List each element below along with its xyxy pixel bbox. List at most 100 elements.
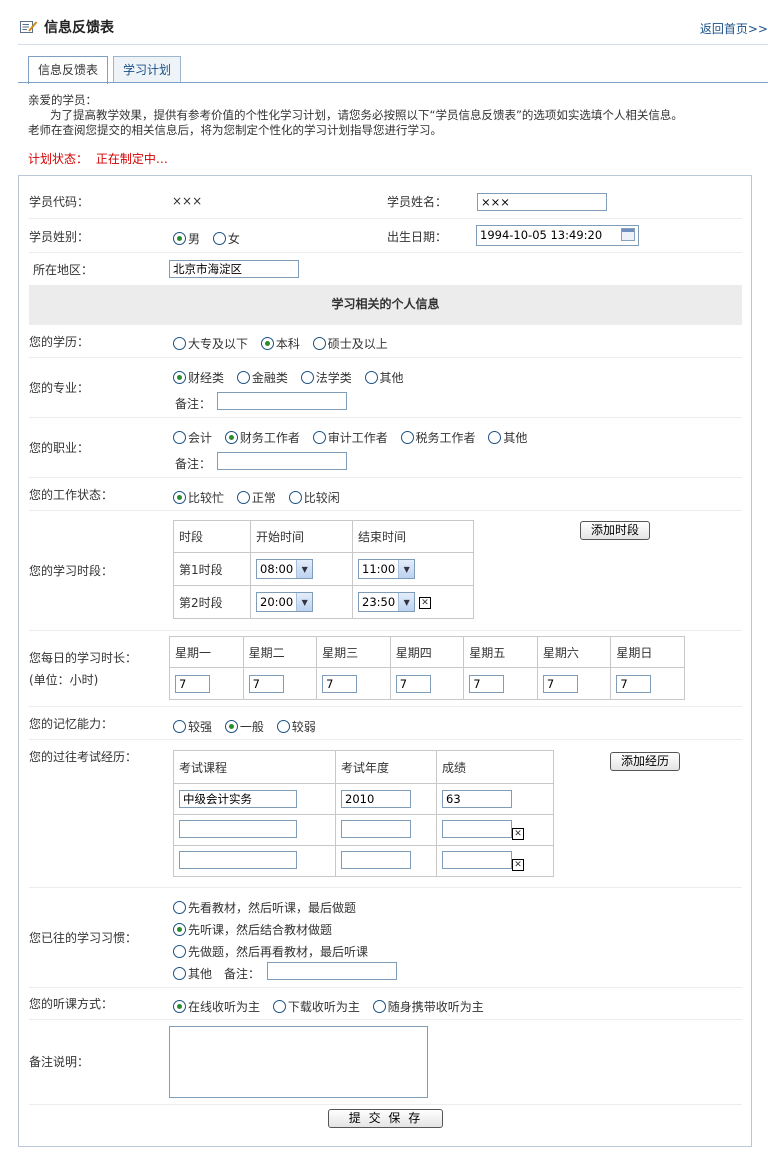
- row-divider: [29, 252, 742, 253]
- add-period-button[interactable]: 添加时段: [580, 521, 650, 540]
- weekday-header: 星期六: [536, 636, 612, 668]
- exam-score-input[interactable]: [442, 850, 512, 869]
- intro-greeting: 亲爱的学员：: [28, 93, 97, 107]
- habit-option[interactable]: 先听课，然后结合教材做题: [173, 921, 332, 938]
- gender-option-female[interactable]: 女: [212, 230, 240, 247]
- weekday-header-row: 星期一 星期二 星期三 星期四 星期五 星期六 星期日: [169, 636, 685, 668]
- daily-hours-input[interactable]: 7: [542, 674, 578, 693]
- memory-option[interactable]: 较强: [173, 718, 212, 735]
- exam-year-input[interactable]: [341, 850, 411, 869]
- notes-textarea[interactable]: [169, 1026, 428, 1098]
- exam-year-input[interactable]: 2010: [341, 790, 411, 808]
- table-header-cell: 结束时间: [352, 520, 474, 553]
- delete-period-icon[interactable]: ✕: [418, 596, 431, 609]
- daily-hours-input[interactable]: 7: [322, 674, 358, 693]
- major-option[interactable]: 金融类: [236, 369, 288, 386]
- habit-option[interactable]: 其他: [173, 965, 212, 982]
- memory-option[interactable]: 一般: [224, 718, 264, 735]
- period-start-cell: 08:00 ▼: [250, 552, 353, 586]
- gender-radio-group: 男 女: [173, 230, 249, 247]
- radio-icon: [276, 720, 290, 733]
- major-option[interactable]: 其他: [364, 369, 404, 386]
- add-exam-button[interactable]: 添加经历: [610, 752, 680, 771]
- job-option[interactable]: 会计: [173, 429, 212, 446]
- job-remark-input[interactable]: [217, 452, 347, 470]
- row-divider: [29, 1104, 742, 1105]
- chevron-down-icon: ▼: [296, 593, 313, 611]
- work-status-option[interactable]: 比较忙: [173, 489, 224, 506]
- radio-icon: [173, 337, 186, 350]
- listen-mode-option[interactable]: 下载收听为主: [272, 998, 360, 1015]
- habit-option[interactable]: 先看教材，然后听课，最后做题: [173, 899, 356, 916]
- habit-remark-input[interactable]: [267, 962, 397, 980]
- delete-exam-icon[interactable]: ✕: [512, 859, 524, 871]
- start-time-select[interactable]: 20:00 ▼: [256, 592, 314, 612]
- daily-hours-input[interactable]: 7: [395, 674, 431, 693]
- back-home-link[interactable]: 返回首页>>: [700, 20, 768, 37]
- delete-exam-icon[interactable]: ✕: [512, 828, 524, 840]
- period-name: 第1时段: [173, 552, 251, 586]
- chevron-down-icon: ▼: [398, 593, 415, 611]
- radio-icon: [173, 901, 186, 914]
- region-input[interactable]: 北京市海淀区: [169, 260, 299, 278]
- calendar-icon[interactable]: [621, 228, 635, 241]
- row-divider: [29, 630, 742, 631]
- work-status-option[interactable]: 正常: [236, 489, 276, 506]
- radio-icon: [173, 491, 186, 504]
- major-option[interactable]: 财经类: [173, 369, 224, 386]
- student-name-input[interactable]: ×××: [477, 193, 607, 211]
- major-option[interactable]: 法学类: [300, 369, 352, 386]
- job-option[interactable]: 审计工作者: [312, 429, 388, 446]
- habit-option[interactable]: 先做题，然后再看教材，最后听课: [173, 943, 368, 960]
- education-option[interactable]: 本科: [260, 335, 300, 352]
- exam-score-cell: 63: [436, 783, 554, 815]
- radio-icon: [173, 720, 186, 733]
- exam-course-input[interactable]: [179, 819, 297, 838]
- exam-score-input[interactable]: [442, 819, 512, 838]
- region-label: 所在地区：: [33, 263, 94, 277]
- exam-year-cell: [335, 814, 437, 846]
- education-option[interactable]: 大专及以下: [173, 335, 248, 352]
- daily-hours-cell: 7: [389, 667, 465, 700]
- exam-score-input[interactable]: 63: [442, 790, 512, 808]
- radio-icon: [212, 232, 226, 245]
- memory-option[interactable]: 较弱: [276, 718, 316, 735]
- daily-hours-input[interactable]: 7: [175, 674, 210, 693]
- row-divider: [29, 887, 742, 888]
- intro-line-1: 为了提高教学效果，提供有参考价值的个性化学习计划，请您务必按照以下“学员信息反馈…: [50, 108, 683, 122]
- row-divider: [29, 987, 742, 988]
- period-start-cell: 20:00 ▼: [250, 585, 353, 619]
- submit-save-button[interactable]: 提 交 保 存: [328, 1109, 443, 1128]
- end-time-select[interactable]: 11:00 ▼: [358, 559, 416, 579]
- major-remark-input[interactable]: [217, 392, 347, 410]
- daily-hours-input[interactable]: 7: [248, 674, 284, 693]
- chevron-down-icon: ▼: [296, 560, 313, 578]
- end-time-select[interactable]: 23:50 ▼: [358, 592, 416, 612]
- exam-course-input[interactable]: [179, 850, 297, 869]
- job-option[interactable]: 财务工作者: [224, 429, 300, 446]
- weekday-header: 星期五: [463, 636, 538, 668]
- tabs-divider: [18, 82, 768, 83]
- period-end-cell: 11:00 ▼: [352, 552, 474, 586]
- work-status-option[interactable]: 比较闲: [288, 489, 340, 506]
- exam-course-input[interactable]: 中级会计实务: [179, 790, 297, 808]
- listen-mode-option[interactable]: 随身携带收听为主: [372, 998, 484, 1015]
- start-time-select[interactable]: 08:00 ▼: [256, 559, 314, 579]
- job-option[interactable]: 其他: [488, 429, 527, 446]
- daily-hours-input[interactable]: 7: [469, 674, 505, 693]
- listen-mode-option[interactable]: 在线收听为主: [173, 998, 260, 1015]
- weekday-header: 星期一: [169, 636, 244, 668]
- job-option[interactable]: 税务工作者: [400, 429, 476, 446]
- table-row: 第1时段 08:00 ▼ 11:00 ▼: [173, 552, 474, 586]
- job-remark-label: 备注：: [175, 457, 212, 471]
- radio-icon: [312, 431, 326, 444]
- tab-feedback-form[interactable]: 信息反馈表: [28, 56, 109, 84]
- table-header-cell: 时段: [173, 520, 251, 553]
- table-header-cell: 考试课程: [173, 750, 336, 784]
- exam-year-input[interactable]: [341, 819, 411, 838]
- tab-study-plan[interactable]: 学习计划: [113, 56, 182, 83]
- birth-date-input[interactable]: 1994-10-05 13:49:20: [476, 225, 639, 246]
- education-option[interactable]: 硕士及以上: [312, 335, 388, 352]
- daily-hours-input[interactable]: 7: [616, 674, 652, 693]
- gender-option-male[interactable]: 男: [173, 230, 200, 247]
